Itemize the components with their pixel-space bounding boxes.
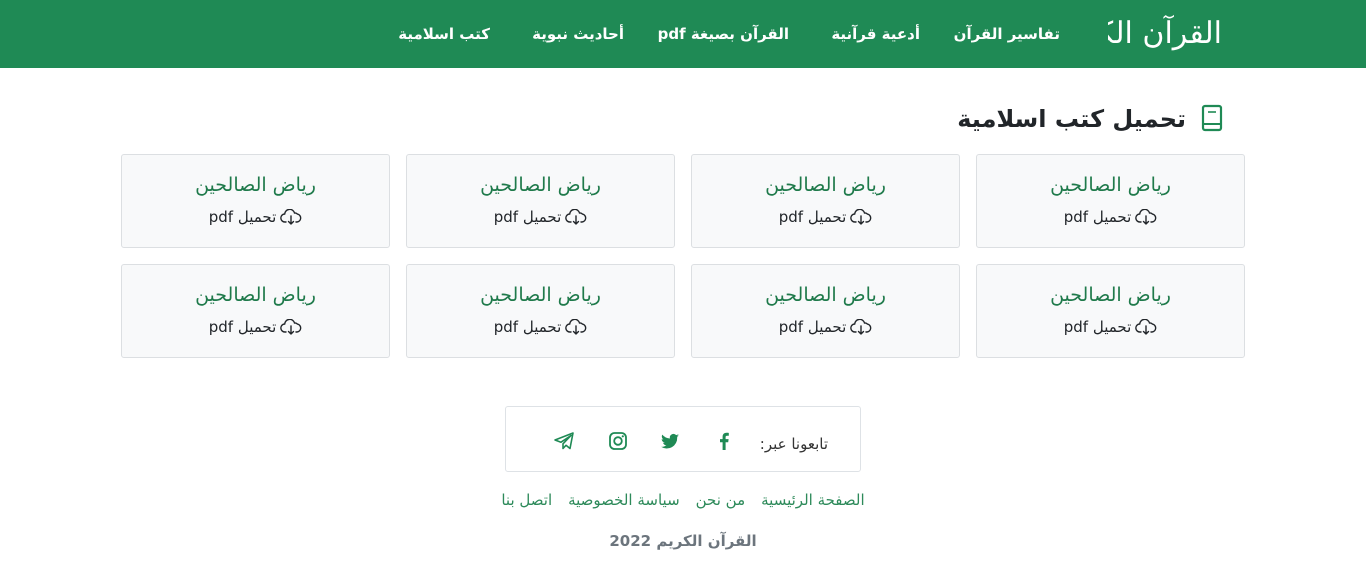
footer-link-about[interactable]: من نحن — [696, 488, 746, 512]
facebook-icon[interactable] — [712, 429, 736, 453]
book-card[interactable]: رياض الصالحين تحميل pdf — [406, 264, 675, 358]
nav-link-quran-pdf[interactable]: القرآن بصيغة pdf — [658, 22, 789, 46]
book-card[interactable]: رياض الصالحين تحميل pdf — [121, 264, 390, 358]
cloud-download-icon — [565, 209, 587, 225]
book-card[interactable]: رياض الصالحين تحميل pdf — [691, 154, 960, 248]
twitter-icon[interactable] — [658, 429, 682, 453]
download-label: تحميل pdf — [208, 208, 277, 226]
book-card[interactable]: رياض الصالحين تحميل pdf — [121, 154, 390, 248]
nav-link-duas[interactable]: أدعية قرآنية — [831, 22, 920, 46]
book-title[interactable]: رياض الصالحين — [692, 282, 959, 308]
download-label: تحميل pdf — [493, 208, 562, 226]
cloud-download-icon — [1135, 209, 1157, 225]
footer-links: الصفحة الرئيسية من نحن سياسة الخصوصية ات… — [0, 488, 1366, 512]
book-icon — [1201, 104, 1223, 132]
nav-link-hadith[interactable]: أحاديث نبوية — [532, 22, 624, 46]
nav-link-tafsir[interactable]: تفاسير القرآن — [954, 22, 1060, 46]
footer-link-contact[interactable]: اتصل بنا — [501, 488, 552, 512]
cloud-download-icon — [280, 209, 302, 225]
download-label: تحميل pdf — [778, 208, 847, 226]
follow-label: تابعونا عبر: — [759, 435, 828, 453]
cloud-download-icon — [565, 319, 587, 335]
cloud-download-icon — [850, 319, 872, 335]
site-logo[interactable]: القرآن الكريم — [1108, 10, 1222, 58]
download-label: تحميل pdf — [208, 318, 277, 336]
download-label: تحميل pdf — [778, 318, 847, 336]
footer-link-privacy[interactable]: سياسة الخصوصية — [568, 488, 680, 512]
book-title[interactable]: رياض الصالحين — [977, 282, 1244, 308]
download-pdf-link[interactable]: تحميل pdf — [692, 316, 959, 338]
nav-link-islamic-books[interactable]: كتب اسلامية — [398, 22, 490, 46]
download-pdf-link[interactable]: تحميل pdf — [122, 206, 389, 228]
download-label: تحميل pdf — [1063, 208, 1132, 226]
page-title: تحميل كتب اسلامية — [957, 105, 1186, 133]
book-title[interactable]: رياض الصالحين — [407, 282, 674, 308]
instagram-icon[interactable] — [606, 429, 630, 453]
cloud-download-icon — [850, 209, 872, 225]
book-card[interactable]: رياض الصالحين تحميل pdf — [691, 264, 960, 358]
section-header: تحميل كتب اسلامية — [957, 101, 1224, 137]
download-pdf-link[interactable]: تحميل pdf — [122, 316, 389, 338]
download-pdf-link[interactable]: تحميل pdf — [977, 206, 1244, 228]
book-card[interactable]: رياض الصالحين تحميل pdf — [976, 264, 1245, 358]
download-pdf-link[interactable]: تحميل pdf — [407, 316, 674, 338]
book-title[interactable]: رياض الصالحين — [977, 172, 1244, 198]
download-label: تحميل pdf — [1063, 318, 1132, 336]
copyright-text: القرآن الكريم 2022 — [609, 532, 757, 550]
download-pdf-link[interactable]: تحميل pdf — [977, 316, 1244, 338]
top-navbar: القرآن الكريم تفاسير القرآن أدعية قرآنية… — [0, 0, 1366, 68]
download-pdf-link[interactable]: تحميل pdf — [407, 206, 674, 228]
book-title[interactable]: رياض الصالحين — [122, 172, 389, 198]
book-card[interactable]: رياض الصالحين تحميل pdf — [976, 154, 1245, 248]
social-follow-box: تابعونا عبر: — [505, 406, 861, 472]
telegram-icon[interactable] — [552, 429, 576, 453]
cloud-download-icon — [1135, 319, 1157, 335]
download-pdf-link[interactable]: تحميل pdf — [692, 206, 959, 228]
download-label: تحميل pdf — [493, 318, 562, 336]
book-card[interactable]: رياض الصالحين تحميل pdf — [406, 154, 675, 248]
footer-link-home[interactable]: الصفحة الرئيسية — [761, 488, 865, 512]
book-title[interactable]: رياض الصالحين — [122, 282, 389, 308]
cloud-download-icon — [280, 319, 302, 335]
book-title[interactable]: رياض الصالحين — [407, 172, 674, 198]
book-title[interactable]: رياض الصالحين — [692, 172, 959, 198]
